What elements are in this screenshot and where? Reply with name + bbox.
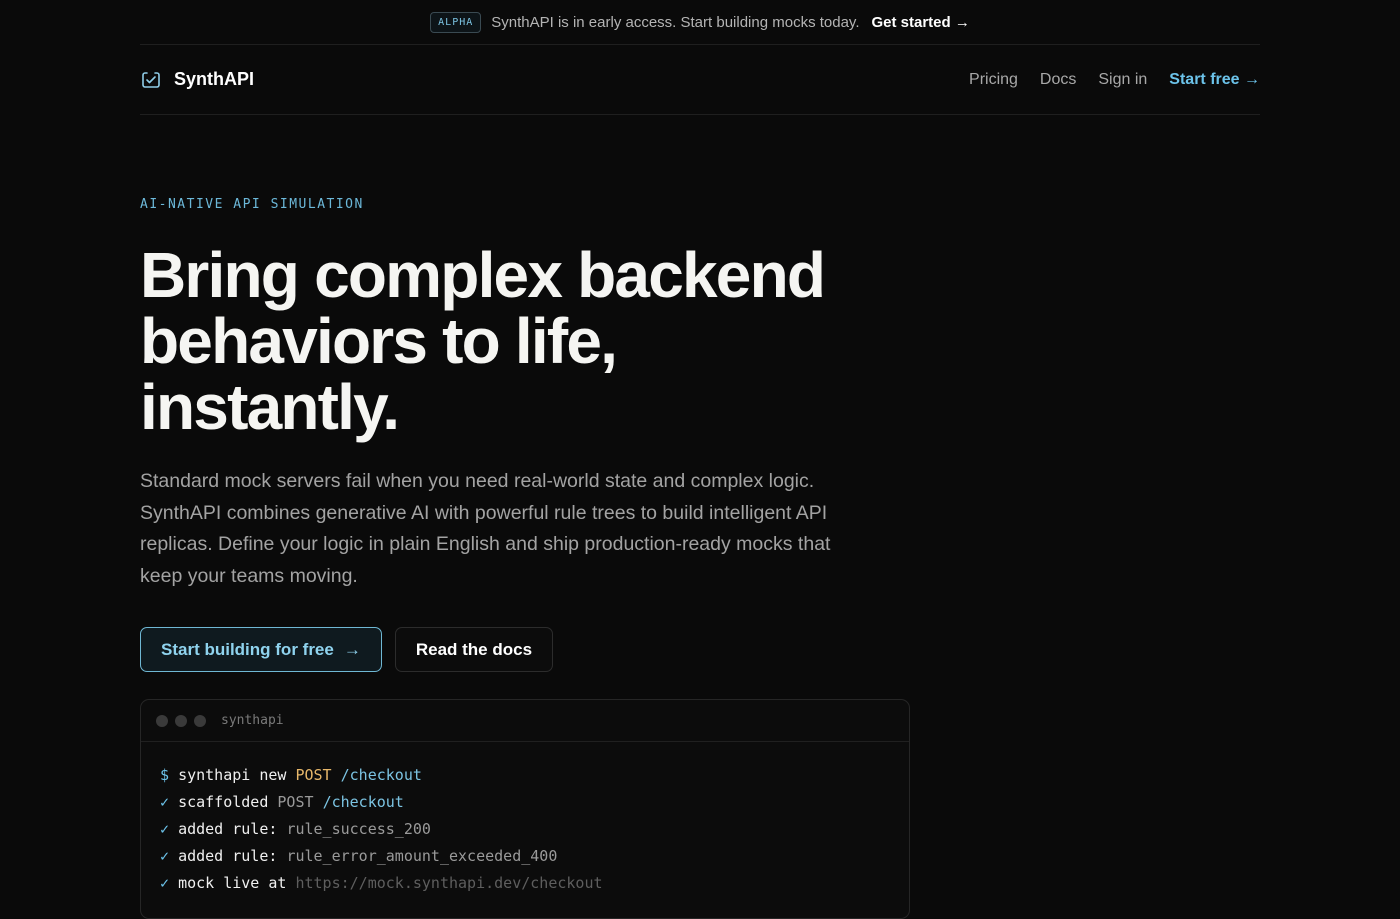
terminal-title: synthapi	[221, 713, 284, 728]
prompt-symbol: $	[160, 766, 170, 784]
read-docs-button[interactable]: Read the docs	[394, 627, 554, 672]
terminal-line: ✓ added rule: rule_error_amount_exceeded…	[160, 843, 890, 870]
announcement-text: SynthAPI is in early access. Start build…	[491, 13, 860, 31]
nav-link-sign-in[interactable]: Sign in	[1098, 71, 1147, 89]
terminal-line: ✓ scaffolded POST /checkout	[160, 789, 890, 816]
brand[interactable]: SynthAPI	[140, 69, 254, 91]
nav-link-pricing[interactable]: Pricing	[969, 71, 1018, 89]
check-icon: ✓	[160, 874, 170, 892]
rule-name: rule_success_200	[286, 820, 431, 838]
http-method: POST	[277, 793, 314, 811]
output-label: added rule:	[178, 847, 278, 865]
window-dot-icon	[156, 714, 168, 727]
page: ALPHA SynthAPI is in early access. Start…	[140, 0, 1260, 919]
terminal-header: synthapi	[141, 700, 909, 742]
top-nav: SynthAPI Pricing Docs Sign in Start free…	[140, 45, 1260, 115]
terminal-line: $ synthapi new POST /checkout	[160, 762, 890, 789]
announcement-bar: ALPHA SynthAPI is in early access. Start…	[140, 0, 1260, 45]
terminal-line: ✓ mock live at https://mock.synthapi.dev…	[160, 870, 890, 897]
check-icon: ✓	[160, 793, 170, 811]
brand-name: SynthAPI	[174, 69, 255, 89]
output-label: mock live at	[178, 874, 287, 892]
rule-name: rule_error_amount_exceeded_400	[286, 847, 558, 865]
command-text: synthapi new	[178, 766, 287, 784]
output-label: scaffolded	[178, 793, 269, 811]
terminal-window: synthapi $ synthapi new POST /checkout ✓…	[140, 699, 910, 919]
alpha-badge: ALPHA	[430, 11, 482, 33]
hero-actions: Start building for free → Read the docs	[140, 627, 1260, 672]
http-method: POST	[295, 766, 332, 784]
logo-icon	[140, 69, 162, 91]
window-dot-icon	[175, 714, 187, 727]
get-started-link[interactable]: Get started →	[871, 14, 969, 31]
hero-eyebrow: AI-NATIVE API SIMULATION	[140, 197, 364, 212]
endpoint-path: /checkout	[322, 793, 404, 811]
output-label: added rule:	[178, 820, 278, 838]
check-icon: ✓	[160, 820, 170, 838]
window-dot-icon	[194, 714, 206, 727]
start-building-label: Start building for free	[161, 639, 334, 659]
nav-links: Pricing Docs Sign in Start free →	[969, 71, 1260, 89]
nav-link-docs[interactable]: Docs	[1040, 71, 1076, 89]
check-icon: ✓	[160, 847, 170, 865]
hero-headline: Bring complex backend behaviors to life,…	[140, 239, 826, 443]
terminal-body: $ synthapi new POST /checkout ✓ scaffold…	[141, 742, 909, 917]
hero-description: Standard mock servers fail when you need…	[140, 470, 831, 587]
endpoint-path: /checkout	[340, 766, 422, 784]
start-free-link[interactable]: Start free →	[1169, 71, 1260, 89]
start-building-button[interactable]: Start building for free →	[140, 627, 382, 672]
mock-url[interactable]: https://mock.synthapi.dev/checkout	[295, 874, 602, 892]
terminal-line: ✓ added rule: rule_success_200	[160, 816, 890, 843]
arrow-right-icon: →	[343, 639, 361, 659]
